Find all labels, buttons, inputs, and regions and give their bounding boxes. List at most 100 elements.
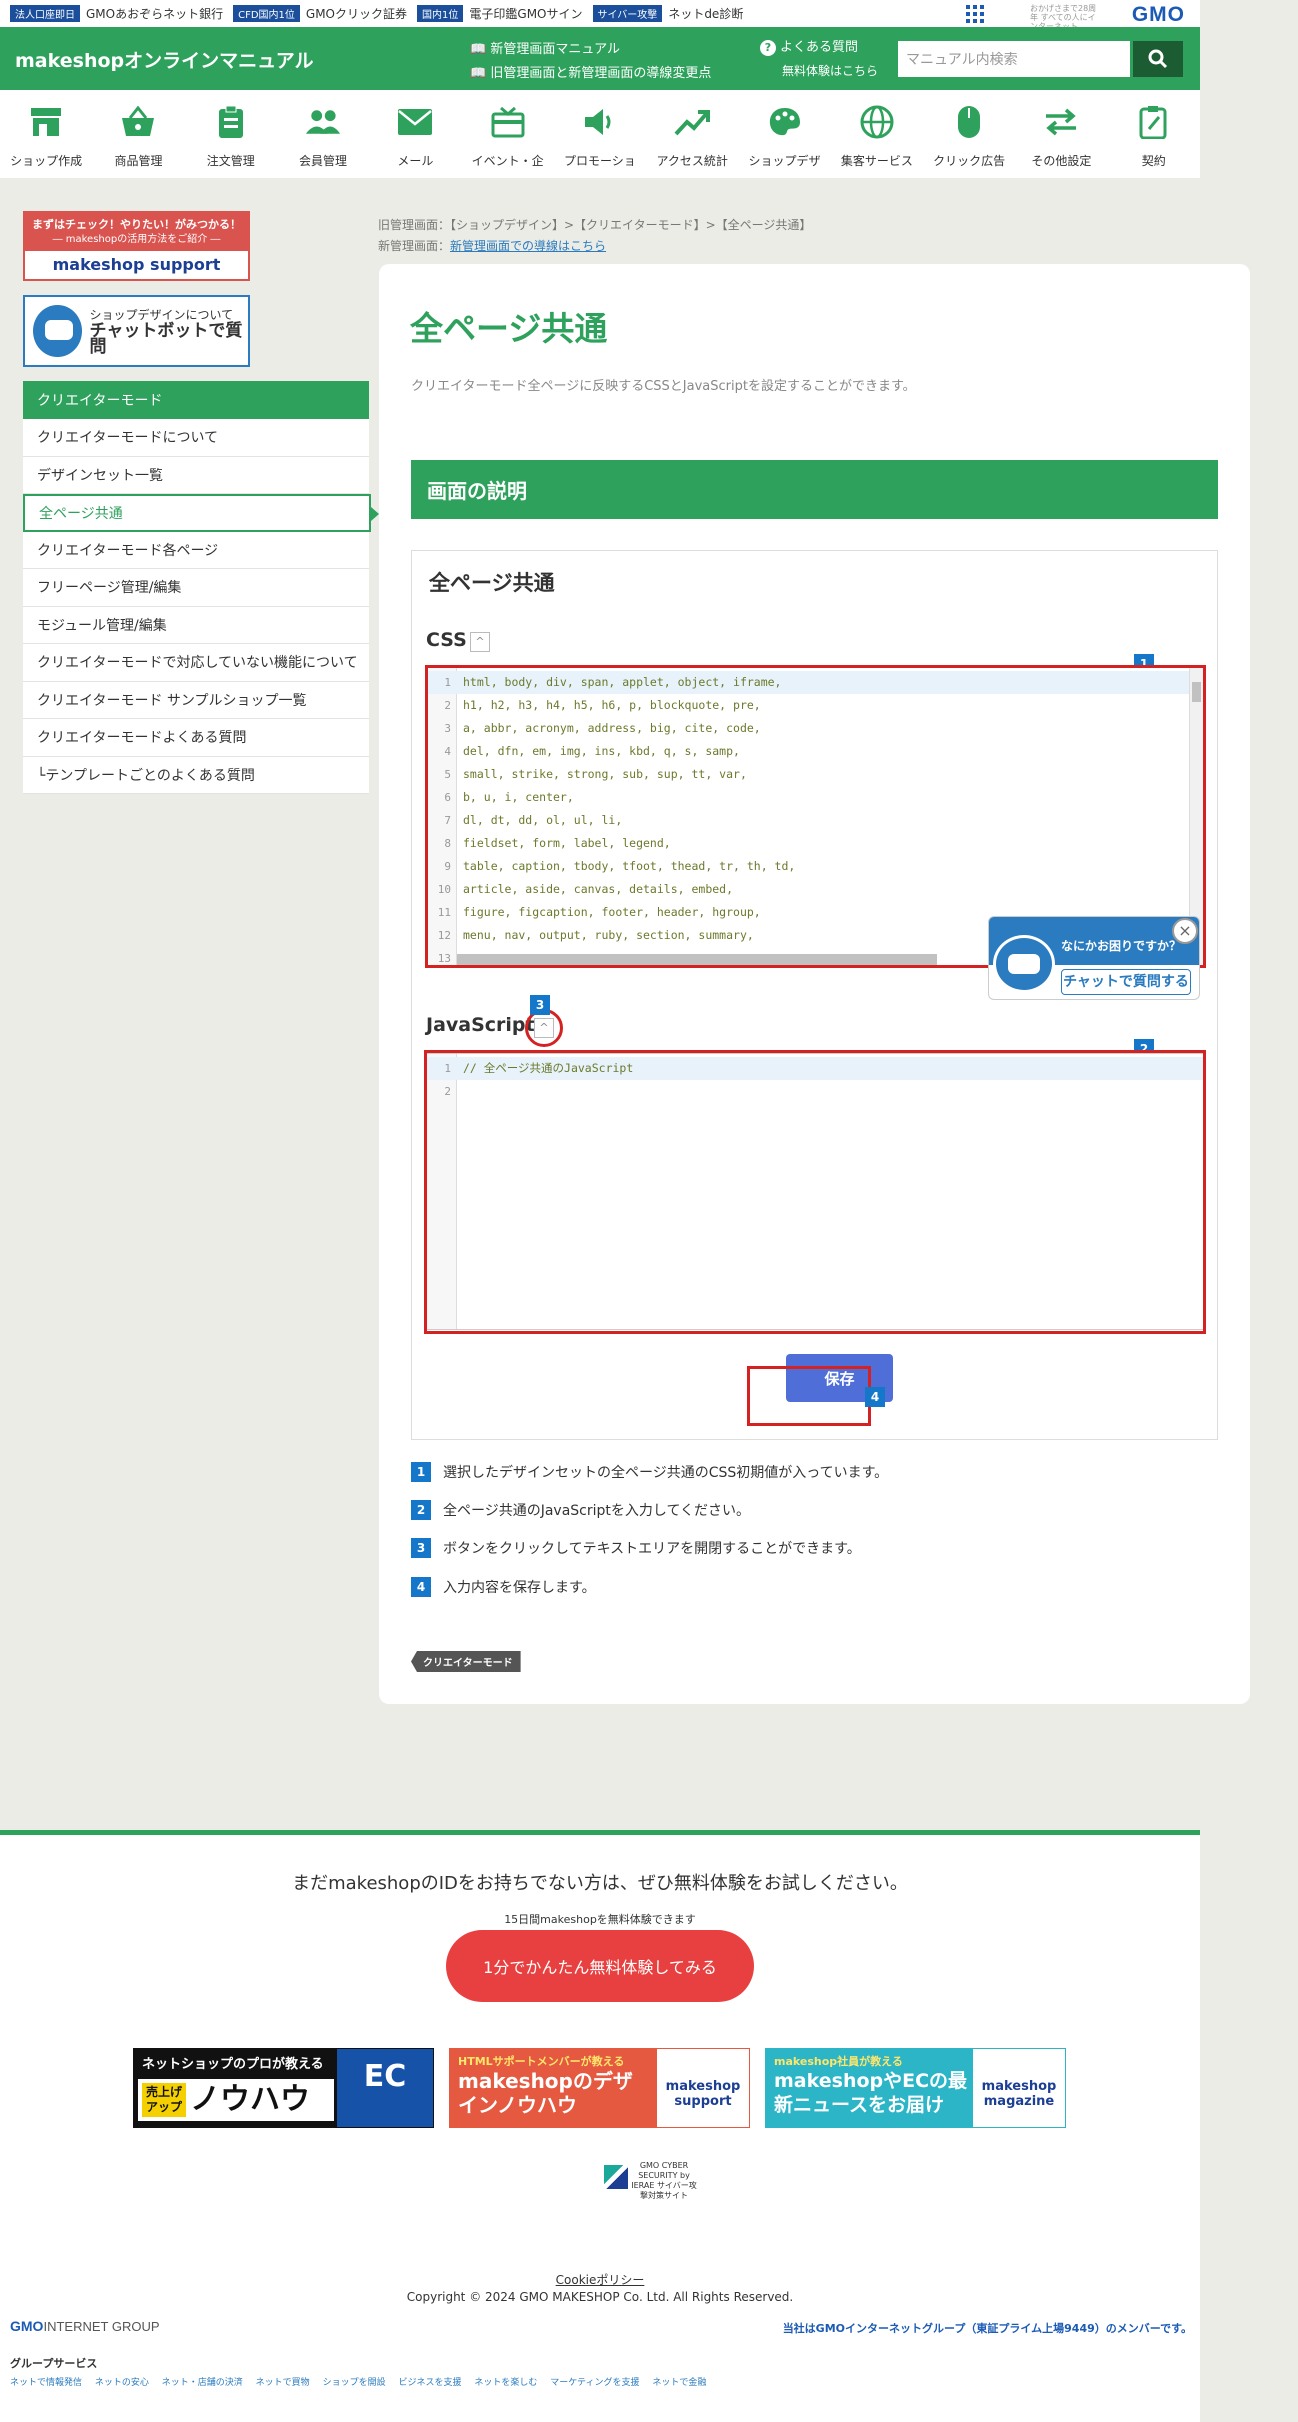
- group-link[interactable]: ネットで金融: [652, 2378, 706, 2388]
- support-banner[interactable]: まずはチェック！やりたい！がみつかる！ ― makeshopの活用方法をご紹介 ―…: [23, 211, 250, 281]
- breadcrumb-old: 旧管理画面：【ショップデザイン】>【クリエイターモード】>【全ページ共通】: [378, 218, 812, 232]
- swap-icon: [1043, 104, 1079, 140]
- trial-link[interactable]: 無料体験はこちら: [782, 62, 878, 79]
- note-text: ボタンをクリックしてテキストエリアを開閉することができます。: [443, 1541, 861, 1557]
- note-item: 2 全ページ共通のJavaScriptを入力してください。: [411, 1500, 750, 1520]
- group-link[interactable]: ネットを楽しむ: [474, 2378, 537, 2388]
- nav-click-ads[interactable]: クリック広告: [923, 90, 1015, 178]
- nav-shop-create[interactable]: ショップ作成: [0, 90, 92, 178]
- group-link[interactable]: ネット・店舗の決済: [162, 2378, 243, 2388]
- globe-icon: [859, 104, 895, 140]
- group-services-title: グループサービス: [10, 2357, 98, 2370]
- sidebar-item[interactable]: クリエイターモード各ページ: [23, 531, 369, 569]
- nav-design[interactable]: ショップデザ: [738, 90, 830, 178]
- note-number: 3: [411, 1538, 431, 1558]
- sidebar-item[interactable]: └テンプレートごとのよくある質問: [23, 756, 369, 794]
- banner-sale-text: 売上げアップ: [142, 2083, 186, 2117]
- new-manual-link[interactable]: 📖 新管理画面マニュアル: [470, 38, 620, 57]
- chat-button[interactable]: チャットで質問する: [1061, 969, 1191, 995]
- nav-label: ショップデザ: [748, 154, 821, 168]
- nav-mail[interactable]: メール: [369, 90, 461, 178]
- member-text: 当社はGMOインターネットグループ（東証プライム上場9449）のメンバーです。: [782, 2322, 1192, 2335]
- nav-label: メール: [397, 154, 434, 168]
- group-link[interactable]: ネットで買物: [256, 2378, 310, 2388]
- chat-widget[interactable]: なにかお困りですか？ チャットで質問する: [988, 916, 1200, 1000]
- nav-products[interactable]: 商品管理: [92, 90, 184, 178]
- gmobar-link[interactable]: GMOクリック証券: [306, 5, 407, 22]
- gmobar-link[interactable]: ネットde診断: [668, 5, 743, 22]
- nav-label: 商品管理: [114, 154, 163, 168]
- nav-orders[interactable]: 注文管理: [185, 90, 277, 178]
- banner-top-text: ネットショップのプロが教える: [142, 2057, 324, 2072]
- app-grid-icon[interactable]: [966, 5, 984, 23]
- nav-access[interactable]: アクセス統計: [646, 90, 738, 178]
- close-icon[interactable]: ×: [1172, 918, 1198, 944]
- page-description: クリエイターモード全ページに反映するCSSとJavaScriptを設定することが…: [411, 379, 916, 394]
- highlight-box-2: [424, 1050, 1206, 1334]
- search-button[interactable]: [1133, 41, 1183, 77]
- cookie-policy-link[interactable]: Cookieポリシー: [0, 2271, 1200, 2288]
- gmo-internet-group-logo[interactable]: GMOINTERNET GROUP: [10, 2318, 160, 2334]
- faq-link[interactable]: ? よくある質問: [760, 36, 858, 56]
- group-link[interactable]: マーケティングを支援: [550, 2378, 639, 2388]
- support-logo: makeshop support: [657, 2049, 749, 2127]
- sidebar-item[interactable]: クリエイターモードよくある質問: [23, 719, 369, 757]
- nav-marketing[interactable]: 集客サービス: [831, 90, 923, 178]
- highlight-box-4: [747, 1366, 871, 1426]
- group-link[interactable]: ビジネスを支援: [398, 2378, 461, 2388]
- nav-contract[interactable]: 契約: [1108, 90, 1200, 178]
- css-toggle-button[interactable]: ^: [470, 632, 490, 652]
- gmobar-link[interactable]: 電子印鑑GMOサイン: [469, 5, 582, 22]
- nav-events[interactable]: イベント・企: [461, 90, 553, 178]
- sidebar-item[interactable]: クリエイターモード サンプルショップ一覧: [23, 681, 369, 719]
- sidebar-item[interactable]: クリエイターモードについて: [23, 419, 369, 457]
- banner-main-text: ノウハウ: [190, 2082, 310, 2117]
- robot-icon: [33, 305, 82, 357]
- magazine-banner[interactable]: makeshop社員が教える makeshopやECの最新ニュースをお届け mak…: [765, 2048, 1066, 2128]
- gmobar-tag[interactable]: CFD国内1位: [233, 5, 300, 22]
- clipboard-icon: [213, 104, 249, 140]
- note-number: 4: [411, 1577, 431, 1597]
- category-tag[interactable]: クリエイターモード: [411, 1651, 521, 1672]
- sidebar-item[interactable]: デザインセット一覧: [23, 456, 369, 494]
- gmo-logo[interactable]: GMO: [1132, 3, 1185, 27]
- chevron-up-icon: ^: [475, 635, 485, 648]
- nav-members[interactable]: 会員管理: [277, 90, 369, 178]
- gmobar-tag[interactable]: サイバー攻撃: [592, 5, 663, 22]
- banner-line: ショップデザインについて: [89, 308, 234, 322]
- search-input[interactable]: マニュアル内検索: [898, 41, 1130, 77]
- gmobar-link[interactable]: GMOあおぞらネット銀行: [86, 5, 223, 22]
- users-icon: [305, 104, 341, 140]
- main-nav: ショップ作成 商品管理 注文管理 会員管理 メール イベント・企 プロモーショ …: [0, 90, 1200, 178]
- design-knowhow-banner[interactable]: HTMLサポートメンバーが教える makeshopのデザインノウハウ makesh…: [449, 2048, 750, 2128]
- chatbot-banner[interactable]: ショップデザインについて チャットボットで質問: [23, 295, 250, 367]
- nav-label: イベント・企: [471, 154, 544, 168]
- sidebar-item[interactable]: フリーページ管理/編集: [23, 569, 369, 607]
- sidebar-item[interactable]: クリエイターモードで対応していない機能について: [23, 644, 369, 682]
- security-logo-icon: [604, 2165, 628, 2189]
- sidebar-item[interactable]: モジュール管理/編集: [23, 606, 369, 644]
- sidebar-item-active[interactable]: 全ページ共通: [23, 494, 379, 532]
- marker-4: 4: [865, 1387, 885, 1407]
- sidebar-menu-head[interactable]: クリエイターモード: [23, 381, 369, 419]
- new-admin-link[interactable]: 新管理画面での導線はこちら: [450, 239, 606, 253]
- old-new-link[interactable]: 📖 旧管理画面と新管理画面の導線変更点: [470, 62, 711, 81]
- free-trial-button[interactable]: 1分でかんたん無料体験してみる: [446, 1930, 754, 2002]
- group-link[interactable]: ネットの安心: [95, 2378, 149, 2388]
- breadcrumb-new: 新管理画面：新管理画面での導線はこちら: [378, 237, 606, 254]
- trial-subtext: 15日間makeshopを無料体験できます: [504, 1913, 696, 1926]
- palette-icon: [767, 104, 803, 140]
- knowhow-banner[interactable]: ネットショップのプロが教える 売上げアップ ノウハウ EC: [133, 2048, 434, 2128]
- gmobar-tag[interactable]: 国内1位: [417, 5, 464, 22]
- site-title[interactable]: makeshopオンラインマニュアル: [15, 46, 314, 73]
- banner-brand: makeshop support: [52, 255, 221, 274]
- robot-icon: [993, 935, 1055, 993]
- nav-other-settings[interactable]: その他設定: [1015, 90, 1107, 178]
- group-link[interactable]: ネットで情報発信: [10, 2378, 82, 2388]
- nav-promotion[interactable]: プロモーショ: [554, 90, 646, 178]
- group-link[interactable]: ショップを開設: [323, 2378, 386, 2388]
- gmobar-tag[interactable]: 法人口座即日: [10, 5, 80, 22]
- banner-subline: ― makeshopの活用方法をご紹介 ―: [52, 234, 221, 245]
- security-badge[interactable]: GMO CYBER SECURITY by IERAE サイバー攻撃対策サイト: [602, 2161, 698, 2207]
- question-icon: ?: [760, 40, 776, 56]
